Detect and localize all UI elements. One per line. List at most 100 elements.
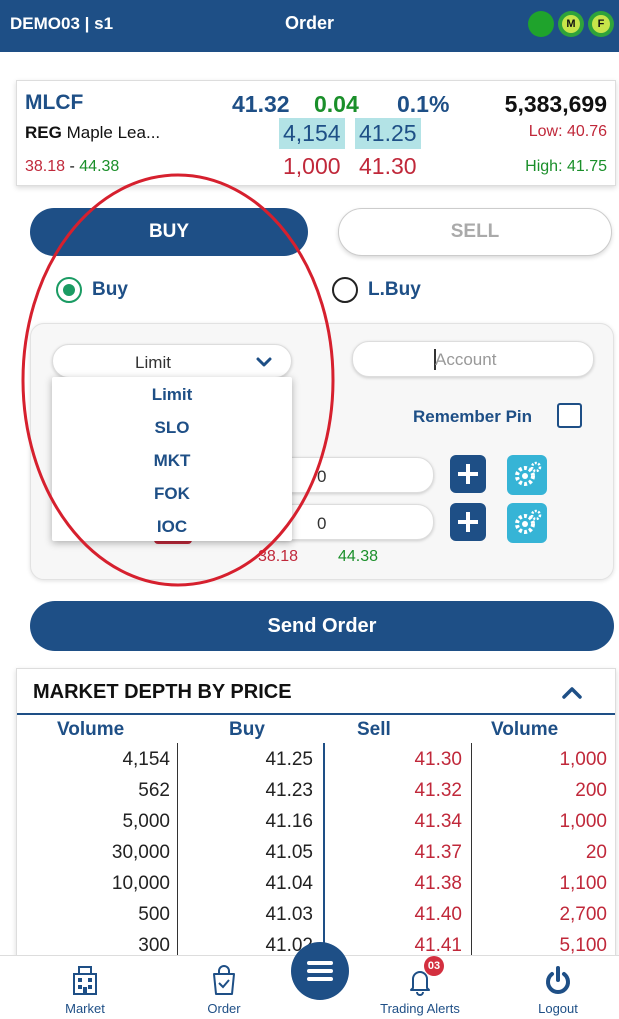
power-icon — [546, 966, 570, 994]
page-title: Order — [284, 13, 335, 33]
column-header-buy-volume: Volume — [57, 719, 125, 740]
board-label: REG — [25, 123, 62, 142]
sell-volume-cell: 5,100 — [559, 935, 607, 956]
buy-volume-cell: 5,000 — [122, 811, 170, 832]
bid-price: 41.25 — [355, 118, 421, 149]
sell-price-cell: 41.40 — [414, 904, 462, 925]
price-settings-icon[interactable] — [507, 503, 547, 543]
sell-volume-cell: 20 — [585, 842, 607, 863]
sell-side-button[interactable]: SELL — [338, 208, 612, 256]
price-limit-high: 44.38 — [338, 548, 379, 565]
total-volume: 5,383,699 — [504, 91, 607, 117]
order-type-option-slo[interactable]: SLO — [52, 418, 292, 438]
radio-unselected-icon — [332, 277, 358, 303]
symbol: MLCF — [25, 91, 84, 114]
buy-price-cell: 41.05 — [265, 842, 313, 863]
sell-volume-cell: 2,700 — [559, 904, 607, 925]
remember-pin-checkbox[interactable] — [557, 403, 582, 428]
m-status-badge[interactable]: M — [558, 11, 584, 37]
chevron-down-icon — [256, 357, 272, 367]
ask-price: 41.30 — [359, 153, 417, 179]
market-depth-title: MARKET DEPTH BY PRICE — [33, 681, 292, 703]
price-range: 38.18 - 44.38 — [25, 158, 119, 176]
sell-price-cell: 41.37 — [414, 842, 462, 863]
day-high: High: 41.75 — [525, 158, 607, 175]
company-name: Maple Lea... — [66, 123, 161, 142]
buy-price-cell: 41.25 — [265, 749, 313, 770]
order-type-option-fok[interactable]: FOK — [52, 484, 292, 504]
buy-price-cell: 41.23 — [265, 780, 313, 801]
nav-order[interactable]: Order — [194, 956, 254, 1019]
remember-pin-label: Remember Pin — [413, 407, 533, 426]
range-low: 38.18 — [25, 158, 66, 175]
order-type-option-mkt[interactable]: MKT — [52, 451, 292, 471]
radio-selected-icon — [56, 277, 82, 303]
sell-price-cell: 41.38 — [414, 873, 462, 894]
buy-volume-cell: 30,000 — [111, 842, 170, 863]
table-row: 10,000 41.04 41.38 1,100 — [17, 869, 615, 900]
order-type-dropdown: Limit SLO MKT FOK IOC — [52, 377, 292, 541]
order-type-option-ioc[interactable]: IOC — [52, 517, 292, 537]
range-separator: - — [65, 158, 80, 175]
ask-size: 1,000 — [283, 153, 341, 179]
range-high: 44.38 — [79, 158, 120, 175]
table-row: 5,000 41.16 41.34 1,000 — [17, 807, 615, 838]
radio-lbuy-label: L.Buy — [368, 279, 421, 300]
bid-size: 4,154 — [279, 118, 345, 149]
day-low: Low: 40.76 — [528, 123, 607, 140]
quantity-value: 0 — [317, 467, 327, 486]
buy-price-cell: 41.03 — [265, 904, 313, 925]
chevron-up-icon[interactable] — [560, 683, 584, 703]
send-order-button[interactable]: Send Order — [30, 601, 614, 651]
price-change-percent: 0.1% — [397, 91, 450, 117]
nav-trading-alerts[interactable]: 03 Trading Alerts — [365, 956, 475, 1019]
buy-side-button[interactable]: BUY — [30, 208, 308, 256]
table-row: 4,154 41.25 41.30 1,000 — [17, 745, 615, 776]
account-placeholder: Account — [435, 350, 497, 369]
radio-buy-label: Buy — [92, 279, 128, 300]
buy-volume-cell: 10,000 — [111, 873, 170, 894]
sell-volume-cell: 200 — [575, 780, 607, 801]
nav-order-label: Order — [207, 1001, 241, 1016]
nav-logout-label: Logout — [538, 1001, 578, 1016]
sell-volume-cell: 1,100 — [559, 873, 607, 894]
sell-price-cell: 41.30 — [414, 749, 462, 770]
connection-status-icon — [528, 11, 554, 37]
buy-volume-cell: 500 — [138, 904, 170, 925]
price-change: 0.04 — [314, 91, 359, 117]
menu-icon[interactable] — [291, 942, 349, 1000]
buy-price-cell: 41.04 — [265, 873, 313, 894]
nav-market-label: Market — [65, 1001, 105, 1016]
sell-volume-cell: 1,000 — [559, 749, 607, 770]
nav-logout[interactable]: Logout — [528, 956, 588, 1019]
nav-market[interactable]: Market — [55, 956, 115, 1019]
sell-volume-cell: 1,000 — [559, 811, 607, 832]
building-icon — [73, 966, 97, 995]
quote-card: MLCF 41.32 0.04 0.1% 5,383,699 REG Maple… — [16, 80, 616, 186]
price-limit-low: 38.18 — [258, 548, 299, 565]
sell-price-cell: 41.34 — [414, 811, 462, 832]
price-plus-icon[interactable] — [450, 503, 486, 541]
security-name: REG Maple Lea... — [25, 123, 160, 143]
f-status-badge[interactable]: F — [588, 11, 614, 37]
divider — [17, 713, 615, 715]
buy-price-cell: 41.02 — [265, 935, 313, 956]
column-header-buy: Buy — [229, 719, 265, 740]
nav-trading-alerts-label: Trading Alerts — [380, 1001, 460, 1016]
table-row: 30,000 41.05 41.37 20 — [17, 838, 615, 869]
price-value: 0 — [317, 514, 327, 533]
app-header: DEMO03 | s1 Order M F — [0, 0, 619, 52]
table-row: 562 41.23 41.32 200 — [17, 776, 615, 807]
order-type-option-limit[interactable]: Limit — [52, 385, 292, 405]
quantity-plus-icon[interactable] — [450, 455, 486, 493]
alerts-count-badge: 03 — [424, 956, 444, 976]
order-type-value: Limit — [135, 353, 171, 372]
order-type-select[interactable]: Limit — [52, 344, 292, 378]
account-input[interactable]: Account — [352, 341, 594, 377]
quantity-settings-icon[interactable] — [507, 455, 547, 495]
sell-price-cell: 41.32 — [414, 780, 462, 801]
buy-price-cell: 41.16 — [265, 811, 313, 832]
table-row: 500 41.03 41.40 2,700 — [17, 900, 615, 931]
shopping-bag-icon — [213, 965, 235, 995]
buy-volume-cell: 4,154 — [122, 749, 170, 770]
